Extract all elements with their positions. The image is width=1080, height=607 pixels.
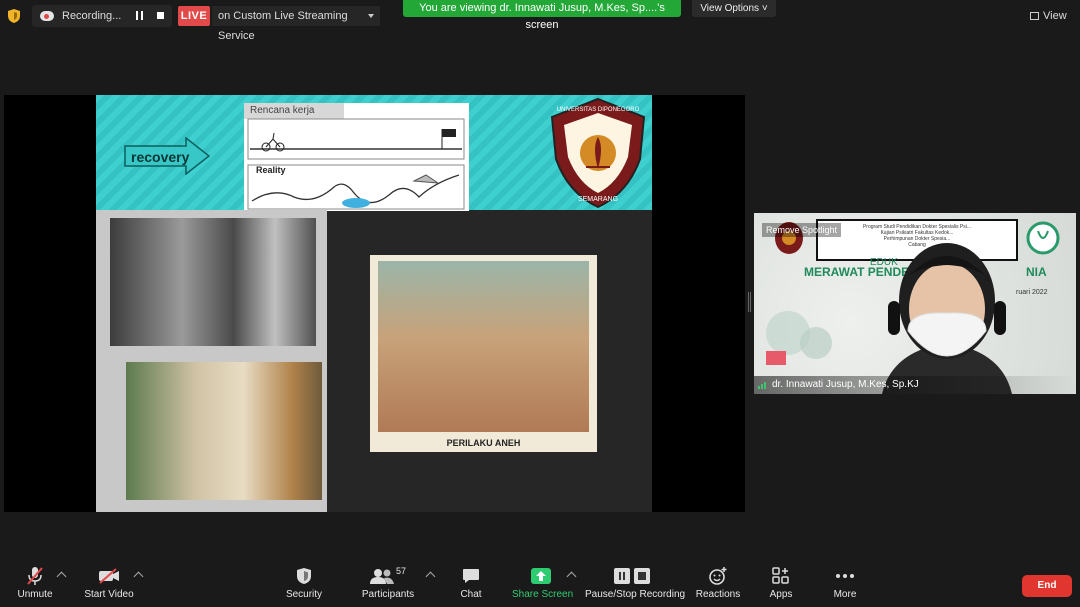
view-options-label: View Options (700, 3, 760, 14)
share-screen-icon (531, 568, 551, 584)
university-logo: UNIVERSITAS DIPONEGORO SEMARANG (550, 97, 646, 209)
more-dots-icon (836, 574, 854, 578)
security-shield-icon (297, 568, 311, 584)
end-meeting-button[interactable]: End (1022, 575, 1072, 597)
view-label: View (1043, 10, 1067, 22)
microphone-muted-icon (27, 567, 43, 585)
recording-indicator: Recording... (32, 5, 172, 27)
view-button[interactable]: View (1030, 6, 1074, 26)
apps-icon (772, 567, 789, 584)
cloud-recording-icon (40, 11, 54, 21)
video-camera-muted-icon (99, 568, 119, 584)
stop-recording-icon[interactable] (157, 12, 164, 19)
start-video-label: Start Video (84, 589, 134, 600)
unmute-label: Unmute (17, 589, 53, 600)
poster-logo-right (1026, 221, 1060, 255)
resize-handle[interactable] (748, 292, 751, 312)
therapy-session-photo (126, 362, 322, 500)
recovery-label: recovery (131, 149, 190, 165)
poster-decoration (766, 311, 832, 365)
plan-reality-drawing (247, 118, 465, 210)
photo-panel (96, 210, 327, 512)
share-screen-button[interactable]: Share Screen (512, 566, 574, 606)
chevron-up-icon[interactable] (425, 571, 436, 582)
poster-title-end: NIA (1026, 265, 1047, 279)
security-label: Security (285, 589, 323, 600)
signal-bars-icon (758, 382, 766, 389)
participants-button[interactable]: 57 Participants (358, 566, 418, 606)
shared-screen[interactable]: recovery Rencana kerja Reality UNIVERSIT… (4, 95, 745, 512)
speaker-name: dr. Innawati Jusup, M.Kes, Sp.KJ (772, 379, 919, 390)
plan-vs-reality-card: Rencana kerja Reality (244, 103, 469, 211)
slide-header: recovery Rencana kerja Reality UNIVERSIT… (96, 95, 652, 211)
presentation-slide: recovery Rencana kerja Reality UNIVERSIT… (96, 95, 652, 512)
security-button[interactable]: Security (282, 566, 326, 606)
live-service-label: on Custom Live Streaming Service (218, 10, 348, 42)
shield-icon[interactable] (8, 9, 20, 23)
view-options-button[interactable]: View Options ˅ (692, 0, 776, 17)
participants-icon (369, 569, 394, 584)
chevron-down-icon (368, 14, 374, 18)
chat-label: Chat (460, 589, 482, 600)
logo-bottom-text: SEMARANG (578, 196, 618, 203)
pause-recording-label: Pause/Stop Recording (585, 589, 686, 600)
apps-button[interactable]: Apps (764, 566, 798, 606)
reactions-label: Reactions (695, 589, 741, 600)
reactions-icon (709, 567, 727, 585)
speaker-video-tile[interactable]: Program Studi Pendidikan Dokter Spesiali… (754, 213, 1076, 394)
reality-label: Reality (256, 165, 286, 175)
speaker-person (882, 243, 1012, 394)
start-video-button[interactable]: Start Video (80, 566, 138, 606)
share-screen-label: Share Screen (512, 589, 574, 600)
viewing-banner: You are viewing dr. Innawati Jusup, M.Ke… (403, 0, 681, 31)
live-service-dropdown[interactable]: on Custom Live Streaming Service (212, 6, 380, 42)
participants-label: Participants (361, 589, 415, 600)
more-button[interactable]: More (828, 566, 862, 606)
recording-label: Recording... (62, 10, 122, 22)
village-crowd-illustration (378, 261, 589, 432)
illustration-card: PERILAKU ANEH (370, 255, 597, 452)
pause-recording-icon[interactable] (136, 11, 143, 20)
more-label: More (833, 589, 857, 600)
chevron-down-icon: ˅ (761, 3, 768, 14)
live-badge[interactable]: LIVE (178, 6, 210, 26)
reactions-button[interactable]: Reactions (694, 566, 742, 606)
pause-stop-recording-icon (614, 568, 650, 584)
speaker-name-label: dr. Innawati Jusup, M.Kes, Sp.KJ (754, 376, 1076, 394)
unmute-button[interactable]: Unmute (10, 566, 60, 606)
chat-button[interactable]: Chat (452, 566, 490, 606)
apps-label: Apps (769, 589, 793, 600)
pause-stop-recording-button[interactable]: Pause/Stop Recording (585, 566, 686, 606)
illustration-caption: PERILAKU ANEH (446, 438, 521, 448)
grid-view-icon (1030, 12, 1039, 20)
participants-count: 57 (395, 566, 406, 576)
logo-top-text: UNIVERSITAS DIPONEGORO (557, 107, 640, 113)
chat-bubble-icon (463, 569, 479, 583)
remove-spotlight-button[interactable]: Remove Spotlight (762, 223, 842, 237)
distressed-person-photo (110, 218, 316, 346)
